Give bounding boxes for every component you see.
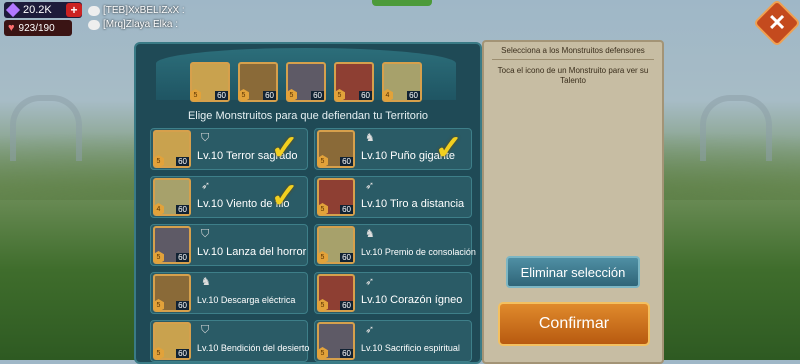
monster-portrait[interactable]: 5 60 [153, 226, 191, 264]
monster-card[interactable]: 5 60 ⛉ Lv.10 Bendición del desierto [150, 320, 310, 362]
bow-icon: ➶ [365, 180, 375, 192]
bow-icon: ➶ [365, 276, 375, 288]
defender-slot[interactable]: 5 60 [334, 62, 374, 102]
monster-name: Lv.10 Corazón ígneo [361, 294, 463, 306]
star-badge-icon: 5 [317, 299, 328, 312]
star-badge-icon: 5 [153, 347, 164, 360]
gem-icon [5, 2, 21, 18]
horse-icon: ♞ [201, 276, 211, 288]
defender-slot[interactable]: 4 60 [382, 62, 422, 102]
chat-line: [TEB]XxBELIZxX : [88, 4, 185, 18]
chat-line: [Mrq]Zlaya Elka : [88, 18, 185, 32]
monster-portrait[interactable]: 5 60 [317, 130, 355, 168]
shield-icon: ⛉ [201, 132, 210, 144]
monster-card[interactable]: 5 60 ⛉ Lv.10 Lanza del horror [150, 224, 308, 266]
monster-card[interactable]: 4 60 ➶ Lv.10 Viento de filo ✓ [150, 176, 308, 218]
horse-icon: ♞ [365, 132, 375, 144]
checkmark-icon: ✓ [270, 177, 300, 215]
info-title: Selecciona a los Monstruitos defensores [501, 46, 645, 55]
monster-portrait[interactable]: 5 60 [317, 178, 355, 216]
shield-icon: ⛉ [201, 228, 210, 240]
defender-slot[interactable]: 5 60 [190, 62, 230, 102]
monster-card[interactable]: 5 60 ⛉ Lv.10 Terror sagrado ✓ [150, 128, 308, 170]
monster-card[interactable]: 5 60 ➶ Lv.10 Sacrificio espiritual [314, 320, 472, 362]
monster-card[interactable]: 5 60 ➶ Lv.10 Tiro a distancia [314, 176, 472, 218]
horse-icon: ♞ [365, 228, 375, 240]
background-ruin [10, 95, 82, 161]
star-badge-icon: 5 [317, 155, 328, 168]
shield-icon: ⛉ [201, 324, 210, 336]
monster-portrait[interactable]: 5 60 [153, 322, 191, 360]
defender-slot[interactable]: 5 60 [286, 62, 326, 102]
chat-feed[interactable]: [TEB]XxBELIZxX : [Mrq]Zlaya Elka : [88, 4, 185, 32]
monster-card[interactable]: 5 60 ➶ Lv.10 Corazón ígneo [314, 272, 472, 314]
top-tab-indicator [372, 0, 432, 6]
star-badge-icon: 4 [382, 89, 393, 102]
bow-icon: ➶ [365, 324, 375, 336]
monster-name: Lv.10 Sacrificio espiritual [361, 343, 460, 353]
star-badge-icon: 5 [153, 251, 164, 264]
gem-counter: 20.2K + [4, 2, 82, 18]
checkmark-icon: ✓ [434, 129, 464, 167]
close-icon: ✕ [767, 10, 787, 35]
info-hint: Toca el icono de un Monstruito para ver … [497, 66, 649, 85]
divider [492, 59, 654, 60]
clear-selection-button[interactable]: Eliminar selección [506, 256, 640, 288]
panel-subtitle: Elige Monstruitos para que defiendan tu … [187, 110, 429, 122]
confirm-button[interactable]: Confirmar [498, 302, 650, 346]
monster-portrait[interactable]: 5 60 [317, 274, 355, 312]
monster-name: Lv.10 Tiro a distancia [361, 198, 465, 210]
monster-portrait[interactable]: 4 60 [153, 178, 191, 216]
star-badge-icon: 5 [286, 89, 297, 102]
monster-card[interactable]: 5 60 ♞ Lv.10 Descarga eléctrica [150, 272, 308, 314]
selected-defenders-row: 5 60 5 60 5 60 5 60 4 60 [156, 48, 456, 102]
star-badge-icon: 5 [153, 299, 164, 312]
monster-card[interactable]: 5 60 ♞ Lv.10 Premio de consolación [314, 224, 476, 266]
star-badge-icon: 5 [317, 251, 328, 264]
monster-selection-panel: 5 60 5 60 5 60 5 60 4 60 Elige Monstruitos pa… [134, 42, 482, 364]
close-button[interactable]: ✕ [752, 0, 800, 48]
monster-portrait[interactable]: 5 60 [153, 274, 191, 312]
stamina-count: 923/190 [18, 22, 55, 34]
monster-name: Lv.10 Lanza del horror [197, 246, 307, 258]
star-badge-icon: 5 [153, 155, 164, 168]
monster-name: Lv.10 Bendición del desierto [197, 343, 310, 353]
chat-avatar-icon [88, 20, 100, 30]
star-badge-icon: 5 [334, 89, 345, 102]
heart-icon: ♥ [8, 22, 15, 34]
monster-list: 5 60 ⛉ Lv.10 Terror sagrado ✓ 5 60 ♞ Lv.10… [150, 128, 476, 362]
star-badge-icon: 5 [190, 89, 201, 102]
monster-portrait[interactable]: 5 60 [317, 322, 355, 360]
defender-slot[interactable]: 5 60 [238, 62, 278, 102]
star-badge-icon: 5 [317, 203, 328, 216]
bow-icon: ➶ [201, 180, 211, 192]
checkmark-icon: ✓ [270, 129, 300, 167]
gem-count: 20.2K [23, 4, 52, 16]
monster-name: Lv.10 Descarga eléctrica [197, 295, 296, 305]
monster-card[interactable]: 5 60 ♞ Lv.10 Puño gigante ✓ [314, 128, 472, 170]
monster-portrait[interactable]: 5 60 [317, 226, 355, 264]
monster-name: Lv.10 Premio de consolación [361, 247, 476, 257]
star-badge-icon: 4 [153, 203, 164, 216]
background-ruin [700, 95, 772, 161]
monster-portrait[interactable]: 5 60 [153, 130, 191, 168]
chat-bubble-icon [88, 6, 100, 16]
star-badge-icon: 5 [317, 347, 328, 360]
add-gems-button[interactable]: + [66, 3, 82, 17]
info-panel: Selecciona a los Monstruitos defensores … [482, 40, 664, 364]
star-badge-icon: 5 [238, 89, 249, 102]
stamina-counter: ♥ 923/190 [4, 20, 72, 36]
